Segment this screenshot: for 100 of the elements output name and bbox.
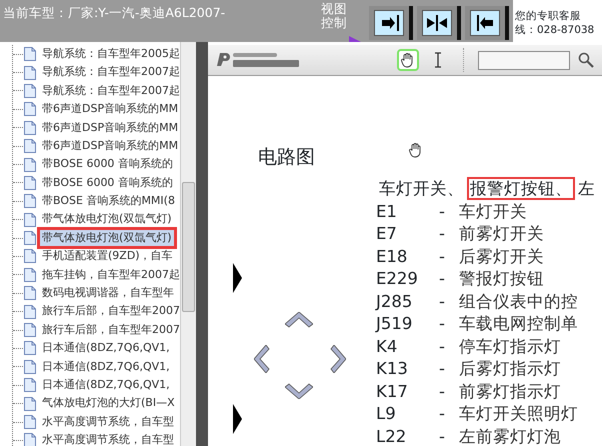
hand-icon: [401, 52, 415, 68]
page-next-marker-icon[interactable]: [233, 263, 242, 293]
heading-text: 报警灯按钮、: [467, 177, 575, 200]
dash-separator: -: [439, 426, 446, 446]
component-code: L9: [376, 403, 397, 425]
component-code: K13: [376, 358, 409, 380]
scrollbar[interactable]: [180, 42, 196, 446]
heading-text: 车灯开关、: [378, 178, 465, 200]
tree-item[interactable]: 旅行车后部，自车型年2007: [40, 322, 180, 338]
tree-item[interactable]: 带气体放电灯泡(双氙气灯): [40, 230, 174, 246]
component-description: 组合仪表中的控: [459, 292, 578, 310]
component-code: E7: [376, 223, 398, 245]
right-arrow-icon[interactable]: [330, 345, 346, 373]
document-icon: [24, 433, 36, 446]
arrows-inward-icon: [426, 13, 448, 33]
tree-item[interactable]: 水平高度调节系统，自车型: [40, 414, 176, 430]
document-icon: [24, 66, 36, 80]
component-code: L22: [376, 426, 408, 446]
tree-item[interactable]: 导航系统：自车型年2005起: [40, 46, 180, 62]
tree-item[interactable]: 带6声道DSP音响系统的MM: [40, 101, 180, 118]
text-cursor-icon: [434, 52, 442, 68]
dash-separator: -: [439, 268, 446, 290]
hand-cursor-icon: [409, 142, 423, 158]
search-icon[interactable]: [578, 52, 594, 68]
corner-icon: [349, 36, 361, 42]
tree-item[interactable]: 数码电视调谐器，自车型年: [40, 285, 176, 302]
dash-separator: -: [439, 336, 446, 358]
tree-item[interactable]: 拖车挂钩，自车型年2007起: [40, 266, 180, 284]
document-icon: [24, 378, 36, 392]
component-description: 后雾灯指示灯: [459, 359, 561, 378]
dash-separator: -: [439, 200, 446, 222]
component-code: E229: [376, 268, 419, 290]
document-icon: [24, 323, 36, 338]
component-code: E1: [376, 200, 398, 222]
document-icon: [24, 120, 36, 135]
document-icon: [24, 341, 36, 356]
document-icon: [24, 158, 36, 172]
tree-item[interactable]: 日本通信(8DZ,7Q6,QV1,: [40, 340, 172, 357]
expand-left-button[interactable]: [465, 6, 509, 40]
expand-right-button[interactable]: [369, 6, 413, 40]
document-icon: [24, 286, 36, 300]
document-icon: [24, 194, 36, 208]
tree-item[interactable]: 带6声道DSP音响系统的MM: [40, 138, 180, 154]
component-description: 车载电网控制单: [459, 314, 578, 333]
component-description: 后雾灯开关: [459, 246, 544, 266]
support-text: 您的专职客服: [515, 9, 582, 24]
dash-separator: -: [439, 290, 446, 312]
tree-item[interactable]: 带气体放电灯泡(双氙气灯): [40, 211, 174, 228]
dash-separator: -: [439, 380, 446, 402]
hand-tool[interactable]: [397, 49, 419, 71]
document-icon: [24, 176, 36, 190]
document-title: 电路图: [258, 145, 315, 170]
page-next-marker-icon[interactable]: [233, 404, 242, 434]
bar-arrow-left-icon: [474, 13, 496, 33]
component-description: 前雾灯开关: [459, 224, 544, 243]
search-field[interactable]: [478, 50, 570, 70]
document-icon: [24, 249, 36, 264]
document-icon: [24, 47, 36, 62]
left-arrow-icon[interactable]: [254, 345, 270, 373]
document-icon: [24, 415, 36, 429]
component-code: E18: [376, 246, 408, 268]
dash-separator: -: [439, 246, 446, 268]
tree-item[interactable]: 带BOSE 音响系统的MMI(8: [40, 193, 177, 210]
document-icon: [24, 268, 36, 282]
tree-item[interactable]: 旅行车后部，自车型年2007: [40, 303, 180, 320]
dash-separator: -: [439, 313, 446, 335]
tree-item[interactable]: 水平高度调节系统，自车型: [40, 432, 176, 446]
component-description: 车灯开关: [459, 202, 527, 220]
document-icon: [24, 139, 36, 154]
heading-text: 左: [577, 178, 596, 200]
vehicle-model-title: 当前车型：厂家:Y-一汽-奥迪A6L2007-: [2, 4, 226, 22]
down-arrow-icon[interactable]: [285, 383, 313, 399]
component-description: 前雾灯指示灯: [459, 382, 561, 400]
logo-icon: [216, 51, 299, 69]
component-description: 警报灯按钮: [459, 269, 544, 288]
tree-item[interactable]: 导航系统：自车型年2007起: [40, 64, 180, 81]
component-code: J519: [376, 313, 414, 335]
split-view-button[interactable]: [417, 6, 461, 40]
component-code: K4: [376, 336, 398, 358]
tree-item[interactable]: 带BOSE 6000 音响系统的: [40, 156, 175, 173]
tree-item[interactable]: 带6声道DSP音响系统的MM: [40, 120, 180, 136]
component-description: 左前雾灯灯泡: [459, 426, 561, 446]
component-description: 车灯开关照明灯: [459, 404, 578, 423]
support-text: 线：028-87038: [515, 23, 596, 38]
tree-item[interactable]: 手机适配装置(9ZD)，自车: [40, 248, 175, 265]
up-arrow-icon[interactable]: [285, 312, 313, 328]
tree-item[interactable]: 带BOSE 6000 音响系统的: [40, 174, 175, 192]
tree-item[interactable]: 日本通信(8DZ,7Q6,QV1,: [40, 376, 172, 394]
document-icon: [24, 212, 36, 227]
tree-item[interactable]: 日本通信(8DZ,7Q6,QV1,: [40, 358, 172, 376]
view-control-label: 视图控制: [321, 2, 348, 32]
dash-separator: -: [439, 358, 446, 380]
component-code: K17: [376, 380, 409, 402]
tree-item[interactable]: 导航系统：自车型年2007起: [40, 82, 180, 100]
component-code: J285: [376, 290, 414, 312]
dash-separator: -: [439, 403, 446, 425]
component-description: 停车灯指示灯: [459, 336, 561, 356]
tree-item[interactable]: 气体放电灯泡的大灯(BI—X: [40, 395, 177, 412]
document-icon: [24, 304, 36, 319]
dash-separator: -: [439, 223, 446, 245]
